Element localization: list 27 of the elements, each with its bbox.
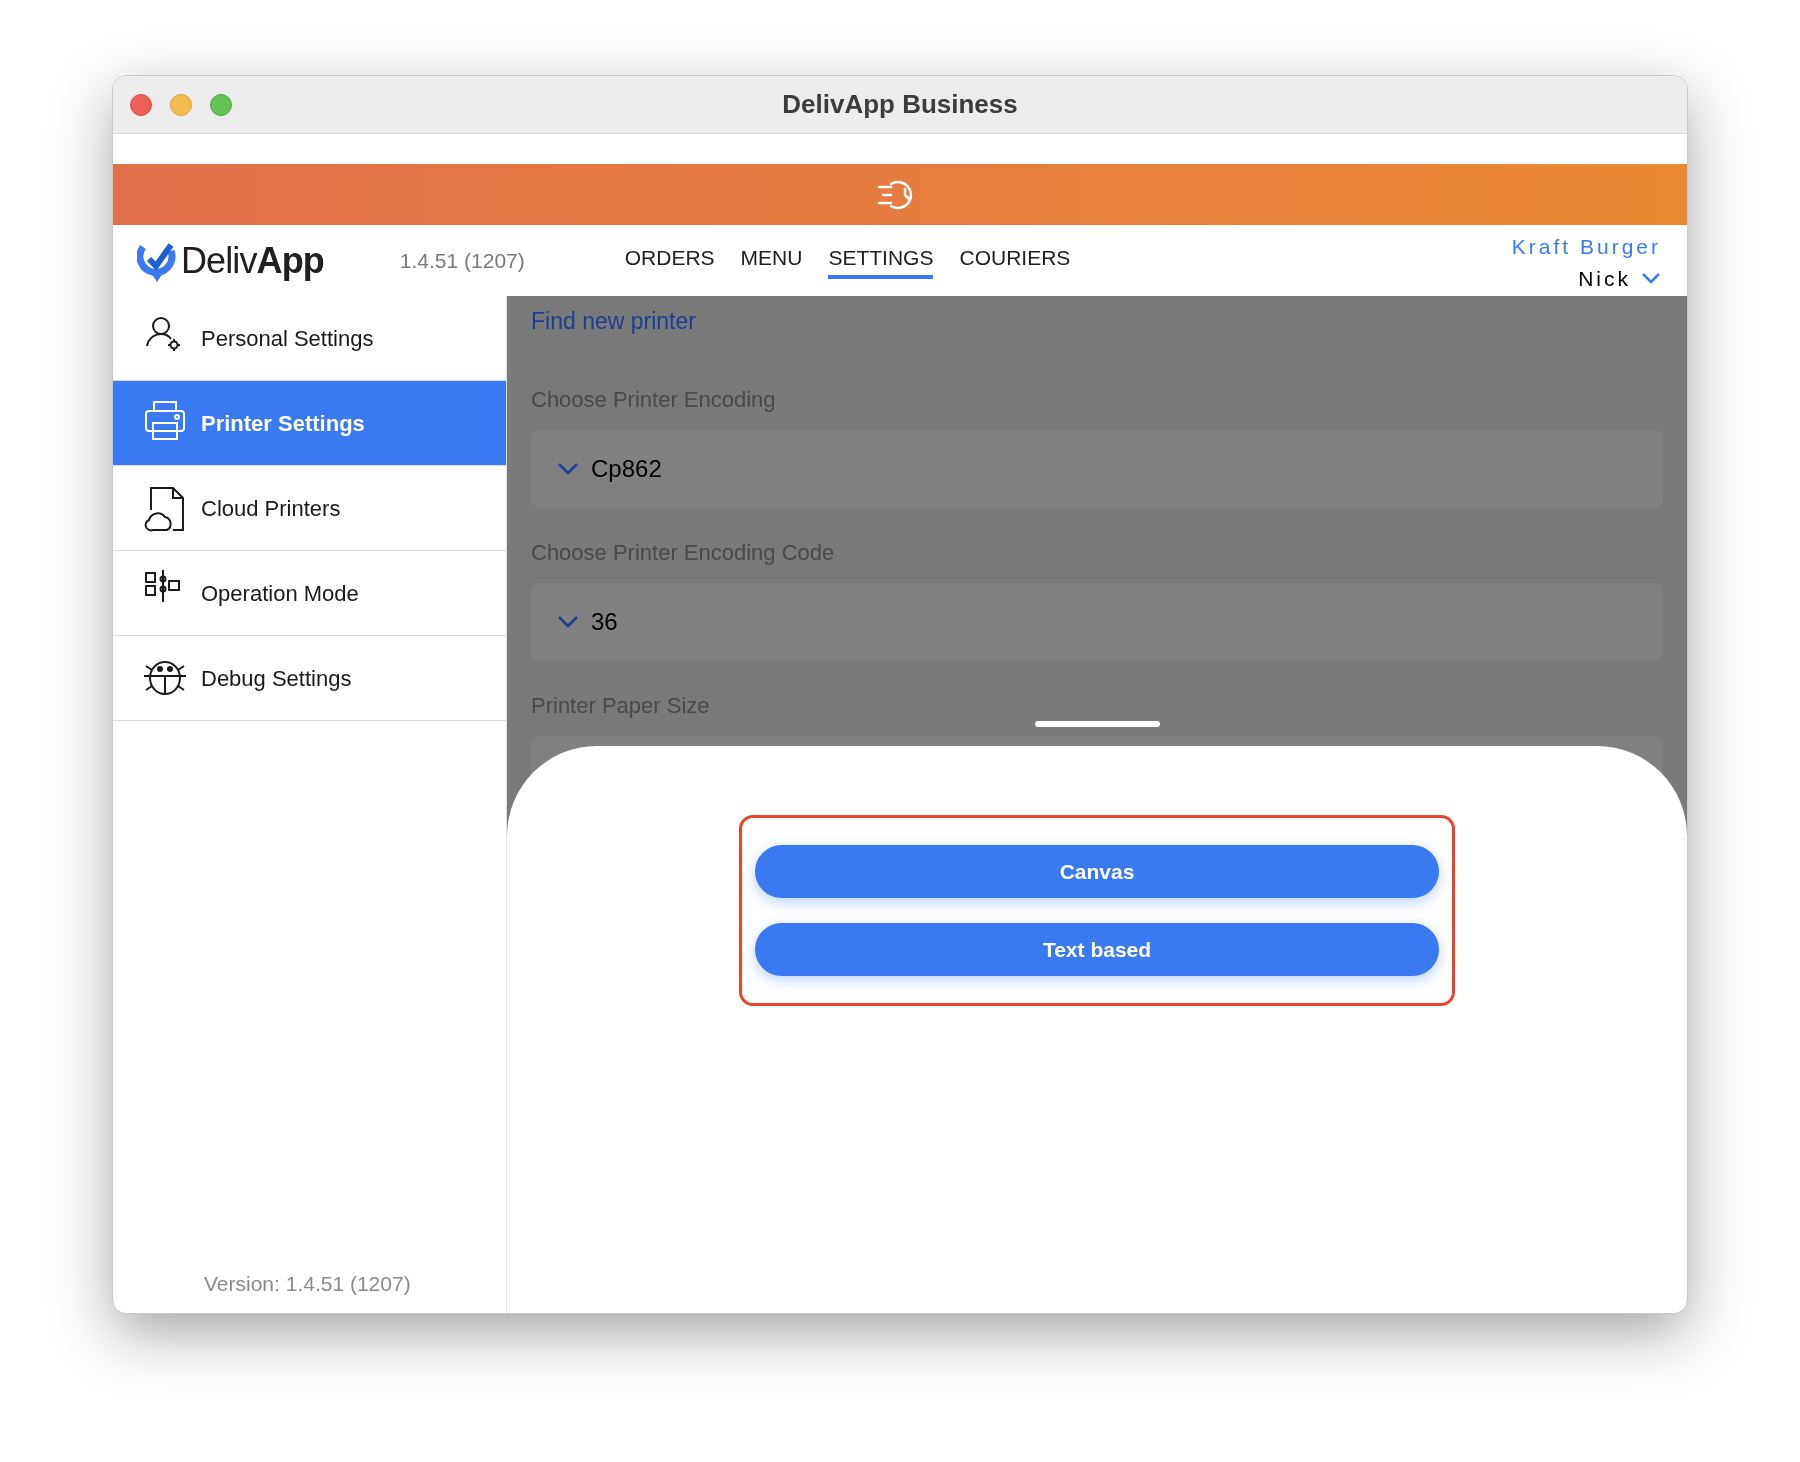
chevron-down-icon: [557, 614, 579, 629]
version-text: Version: 1.4.51 (1207): [204, 1270, 412, 1297]
chevron-down-icon: [1641, 272, 1661, 285]
dropdown-field[interactable]: 36: [531, 582, 1663, 661]
version-label: 1.4.51 (1207): [399, 247, 525, 274]
zoom-button[interactable]: [210, 93, 232, 116]
dropdown-field[interactable]: Cp862: [531, 429, 1663, 508]
chevron-down-icon: [557, 461, 579, 476]
nav-tab[interactable]: ORDERS: [624, 241, 715, 280]
sidebar-item[interactable]: Operation Mode: [113, 551, 506, 636]
nav-tab[interactable]: SETTINGS: [828, 241, 934, 280]
nav-tab[interactable]: MENU: [740, 241, 803, 280]
cloud-icon: [143, 484, 187, 532]
app-logo: DelivApp: [137, 233, 324, 288]
handle-bar[interactable]: [1035, 721, 1160, 727]
sidebar-item[interactable]: Cloud Printers: [113, 466, 506, 551]
close-button[interactable]: [130, 93, 152, 116]
minimize-button[interactable]: [170, 93, 192, 116]
option-button[interactable]: Text based: [755, 923, 1439, 976]
sidebar-item[interactable]: Debug Settings: [113, 636, 506, 721]
user-dropdown[interactable]: Nick: [1578, 262, 1661, 294]
option-button[interactable]: Canvas: [755, 845, 1439, 898]
window-title: DelivApp Business: [782, 88, 1018, 121]
sidebar-item[interactable]: Printer Settings: [113, 381, 506, 466]
business-name: Kraft Burger: [1511, 234, 1661, 260]
sidebar-item[interactable]: Personal Settings: [113, 296, 506, 381]
nav-tab[interactable]: COURIERS: [959, 241, 1071, 280]
